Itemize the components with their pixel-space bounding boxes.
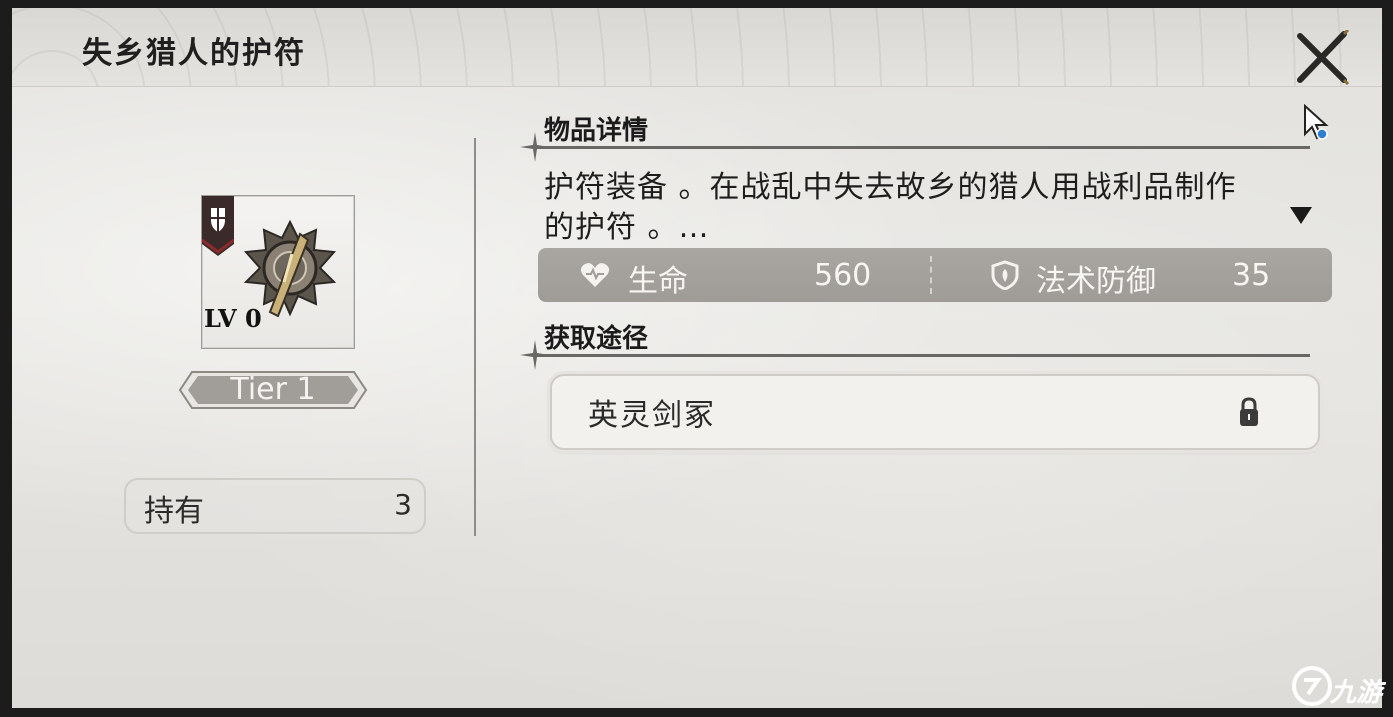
item-detail-panel: 失乡猎人的护符 LV 0 Tier 1 持有 3 物品详情 护符装备 。在战乱中… xyxy=(12,8,1382,708)
details-section-line xyxy=(536,146,1310,149)
source-section-title: 获取途径 xyxy=(544,324,649,354)
item-icon-frame[interactable]: LV 0 xyxy=(201,195,355,349)
item-description: 护符装备 。在战乱中失去故乡的猎人用战利品制作的护符 。… xyxy=(544,170,1237,245)
details-section-title: 物品详情 xyxy=(544,116,649,146)
stat-separator xyxy=(930,256,934,294)
sparkle-icon xyxy=(520,132,550,162)
hold-count-box: 持有 3 xyxy=(124,478,426,534)
column-divider xyxy=(474,138,476,536)
source-item-label: 英灵剑冢 xyxy=(588,398,716,433)
shield-icon xyxy=(991,260,1019,290)
tier-label: Tier 1 xyxy=(230,372,316,407)
mouse-cursor-icon xyxy=(1304,104,1329,140)
source-section-line xyxy=(536,354,1310,357)
lock-icon xyxy=(1240,397,1258,426)
watermark-text: 九游 xyxy=(1330,678,1383,708)
hold-label: 持有 xyxy=(144,494,204,529)
close-button[interactable] xyxy=(1294,30,1350,86)
expand-description-icon[interactable] xyxy=(1288,204,1314,226)
source-item-button[interactable]: 英灵剑冢 xyxy=(550,374,1320,450)
stat-value-hp: 560 xyxy=(814,258,872,293)
item-level-label: LV 0 xyxy=(204,304,262,333)
hold-count: 3 xyxy=(394,488,412,521)
stat-label-magic-defense: 法术防御 xyxy=(1036,264,1156,299)
page-title: 失乡猎人的护符 xyxy=(82,36,306,71)
sparkle-icon xyxy=(520,340,550,370)
stat-label-hp: 生命 xyxy=(628,264,688,299)
heart-icon xyxy=(580,263,610,287)
stat-value-magic-defense: 35 xyxy=(1232,258,1271,293)
stats-bar: 生命 560 法术防御 35 xyxy=(538,248,1332,302)
close-icon xyxy=(1297,30,1350,86)
